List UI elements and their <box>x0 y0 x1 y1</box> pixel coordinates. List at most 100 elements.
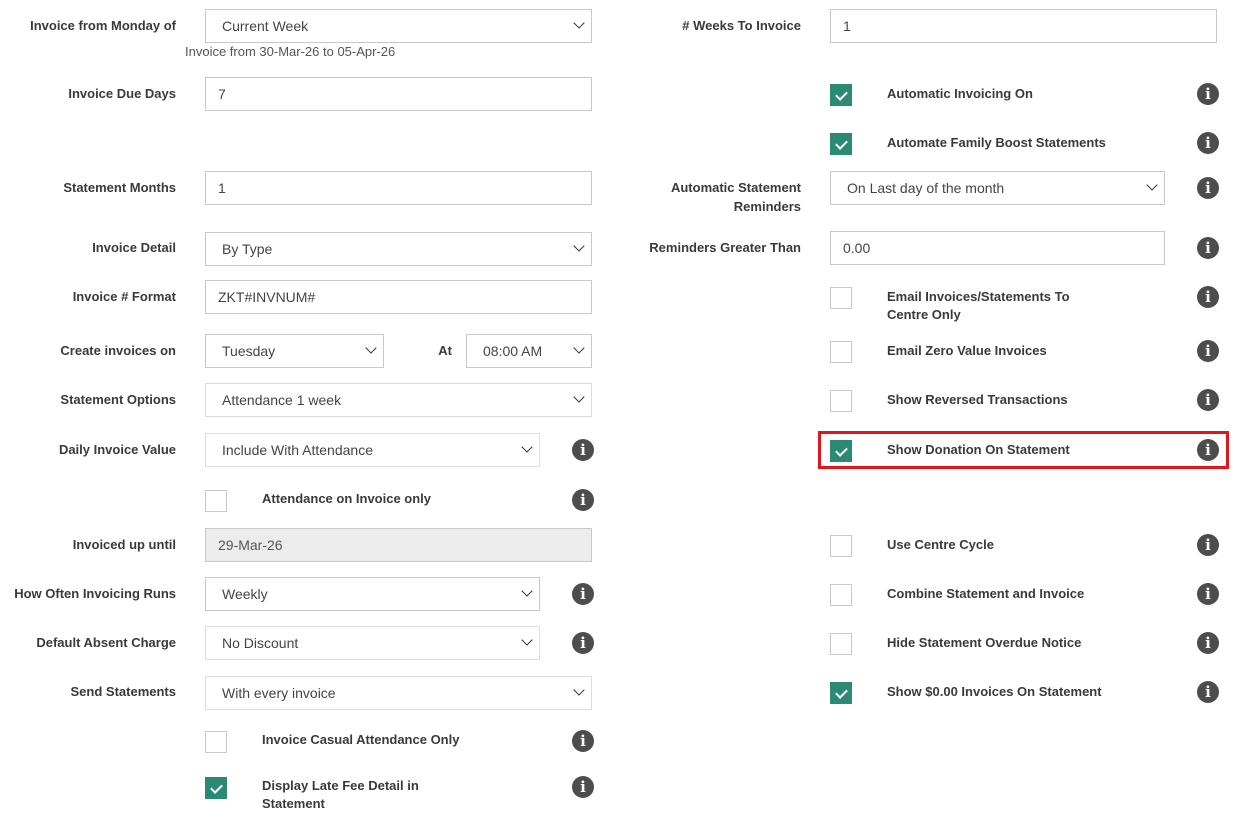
show-reversed-transactions-checkbox[interactable] <box>830 390 852 412</box>
chevron-down-icon <box>521 585 533 597</box>
email-to-centre-only-label-line1: Email Invoices/Statements To <box>887 289 1070 304</box>
statement-options-select[interactable]: Attendance 1 week <box>205 383 592 417</box>
hide-statement-overdue-checkbox[interactable] <box>830 633 852 655</box>
invoice-detail-value: By Type <box>222 241 273 257</box>
invoice-due-days-label: Invoice Due Days <box>68 86 176 101</box>
info-icon[interactable]: i <box>1197 681 1219 703</box>
display-late-fee-detail-label-line1: Display Late Fee Detail in <box>262 778 419 793</box>
attendance-on-invoice-only-label: Attendance on Invoice only <box>262 491 432 506</box>
show-zero-invoices-checkbox[interactable] <box>830 682 852 704</box>
automatic-invoicing-label: Automatic Invoicing On <box>887 86 1033 101</box>
create-invoices-time-select[interactable]: 08:00 AM <box>466 334 592 368</box>
default-absent-charge-value: No Discount <box>222 635 299 651</box>
display-late-fee-detail-checkbox[interactable] <box>205 777 227 799</box>
invoice-from-monday-label: Invoice from Monday of <box>30 18 176 33</box>
email-to-centre-only-checkbox[interactable] <box>830 287 852 309</box>
statement-options-label: Statement Options <box>60 392 176 407</box>
info-icon[interactable]: i <box>1197 237 1219 259</box>
show-donation-on-statement-label: Show Donation On Statement <box>887 442 1070 457</box>
how-often-invoicing-label: How Often Invoicing Runs <box>14 586 176 601</box>
email-to-centre-only-label: Email Invoices/Statements To Centre Only <box>887 288 1070 324</box>
chevron-down-icon <box>573 240 585 252</box>
how-often-invoicing-value: Weekly <box>222 586 268 602</box>
info-icon[interactable]: i <box>1197 286 1219 308</box>
how-often-invoicing-select[interactable]: Weekly <box>205 577 540 611</box>
chevron-down-icon <box>573 391 585 403</box>
invoice-range-hint: Invoice from 30-Mar-26 to 05-Apr-26 <box>185 44 396 59</box>
automatic-statement-reminders-label-line1: Automatic Statement <box>670 180 801 195</box>
chevron-down-icon <box>365 342 377 354</box>
weeks-to-invoice-input[interactable]: 1 <box>830 9 1217 43</box>
use-centre-cycle-label: Use Centre Cycle <box>887 537 994 552</box>
create-invoices-time-value: 08:00 AM <box>483 343 543 359</box>
chevron-down-icon <box>1146 179 1158 191</box>
daily-invoice-value-label: Daily Invoice Value <box>58 442 176 457</box>
invoice-due-days-input[interactable]: 7 <box>205 77 592 111</box>
automatic-invoicing-checkbox[interactable] <box>830 84 852 106</box>
email-zero-value-invoices-checkbox[interactable] <box>830 341 852 363</box>
info-icon[interactable]: i <box>572 439 594 461</box>
weeks-to-invoice-label: # Weeks To Invoice <box>682 18 801 33</box>
automatic-statement-reminders-value: On Last day of the month <box>847 180 1005 196</box>
attendance-on-invoice-only-checkbox[interactable] <box>205 490 227 512</box>
invoiced-up-until-input: 29-Mar-26 <box>205 528 592 562</box>
info-icon[interactable]: i <box>1197 389 1219 411</box>
info-icon[interactable]: i <box>1197 583 1219 605</box>
show-reversed-transactions-label: Show Reversed Transactions <box>887 392 1068 407</box>
invoice-format-label: Invoice # Format <box>72 289 176 304</box>
chevron-down-icon <box>521 441 533 453</box>
send-statements-label: Send Statements <box>70 684 176 699</box>
invoice-detail-label: Invoice Detail <box>92 240 176 255</box>
info-icon[interactable]: i <box>572 730 594 752</box>
send-statements-select[interactable]: With every invoice <box>205 676 592 710</box>
create-invoices-day-select[interactable]: Tuesday <box>205 334 384 368</box>
invoice-casual-attendance-checkbox[interactable] <box>205 731 227 753</box>
automate-family-boost-checkbox[interactable] <box>830 133 852 155</box>
info-icon[interactable]: i <box>572 489 594 511</box>
invoice-casual-attendance-label: Invoice Casual Attendance Only <box>262 732 460 747</box>
info-icon[interactable]: i <box>1197 83 1219 105</box>
daily-invoice-value-value: Include With Attendance <box>222 442 373 458</box>
statement-months-input[interactable]: 1 <box>205 171 592 205</box>
info-icon[interactable]: i <box>1197 534 1219 556</box>
info-icon[interactable]: i <box>1197 340 1219 362</box>
invoice-from-monday-select[interactable]: Current Week <box>205 9 592 43</box>
automatic-statement-reminders-label: Automatic Statement Reminders <box>600 178 801 216</box>
info-icon[interactable]: i <box>572 583 594 605</box>
chevron-down-icon <box>573 684 585 696</box>
show-donation-on-statement-checkbox[interactable] <box>830 440 852 462</box>
combine-statement-invoice-checkbox[interactable] <box>830 584 852 606</box>
invoiced-up-until-label: Invoiced up until <box>72 537 176 552</box>
email-zero-value-invoices-label: Email Zero Value Invoices <box>887 343 1047 358</box>
info-icon[interactable]: i <box>1197 439 1219 461</box>
default-absent-charge-select[interactable]: No Discount <box>205 626 540 660</box>
invoice-format-input[interactable]: ZKT#INVNUM# <box>205 280 592 314</box>
use-centre-cycle-checkbox[interactable] <box>830 535 852 557</box>
reminders-greater-than-label: Reminders Greater Than <box>649 240 801 255</box>
create-invoices-on-label: Create invoices on <box>60 343 176 358</box>
statement-options-value: Attendance 1 week <box>222 392 342 408</box>
chevron-down-icon <box>573 342 585 354</box>
email-to-centre-only-label-line2: Centre Only <box>887 307 961 322</box>
reminders-greater-than-input[interactable]: 0.00 <box>830 231 1165 265</box>
invoice-from-monday-value: Current Week <box>222 18 309 34</box>
info-icon[interactable]: i <box>572 776 594 798</box>
combine-statement-invoice-label: Combine Statement and Invoice <box>887 586 1085 601</box>
chevron-down-icon <box>573 17 585 29</box>
statement-months-label: Statement Months <box>63 180 176 195</box>
info-icon[interactable]: i <box>572 632 594 654</box>
info-icon[interactable]: i <box>1197 132 1219 154</box>
default-absent-charge-label: Default Absent Charge <box>36 635 176 650</box>
automate-family-boost-label: Automate Family Boost Statements <box>887 135 1106 150</box>
daily-invoice-value-select[interactable]: Include With Attendance <box>205 433 540 467</box>
automatic-statement-reminders-select[interactable]: On Last day of the month <box>830 171 1165 205</box>
automatic-statement-reminders-label-line2: Reminders <box>733 199 801 214</box>
display-late-fee-detail-label-line2: Statement <box>262 796 325 811</box>
at-label: At <box>438 343 452 358</box>
show-zero-invoices-label: Show $0.00 Invoices On Statement <box>887 684 1102 699</box>
create-invoices-day-value: Tuesday <box>222 343 276 359</box>
info-icon[interactable]: i <box>1197 632 1219 654</box>
invoice-detail-select[interactable]: By Type <box>205 232 592 266</box>
info-icon[interactable]: i <box>1197 177 1219 199</box>
chevron-down-icon <box>521 634 533 646</box>
